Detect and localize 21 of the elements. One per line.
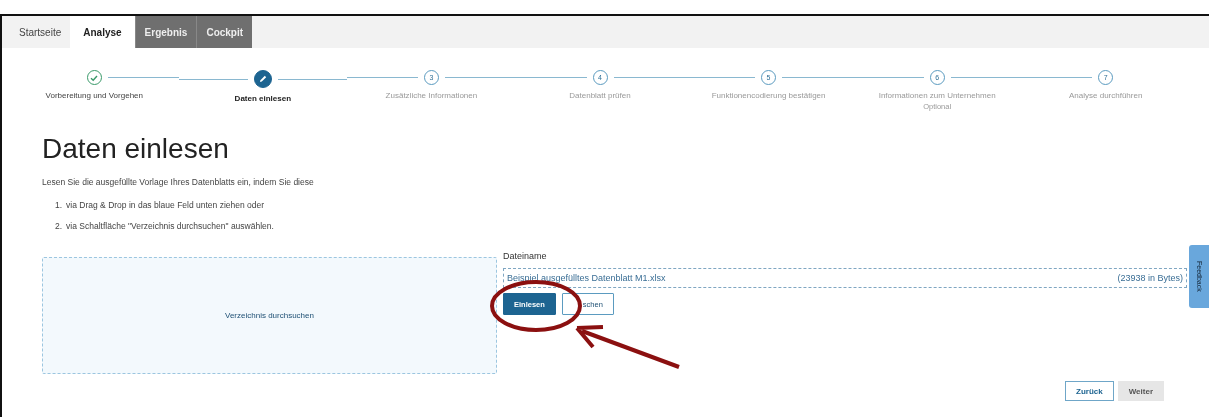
step-label: Daten einlesen bbox=[234, 94, 292, 103]
intro-text: Lesen Sie die ausgefüllte Vorlage Ihres Datenblatts ein, indem Sie diese bbox=[42, 177, 315, 187]
pencil-icon bbox=[257, 74, 268, 84]
list-item: via Schaltfläche "Verzeichnis durchsuchen" auswählen. bbox=[66, 221, 274, 231]
step-label: Analyse durchführen bbox=[1069, 91, 1143, 100]
file-size: (23938 in Bytes) bbox=[1117, 273, 1183, 283]
nav-button[interactable]: Weiter bbox=[1117, 381, 1164, 401]
list-number: 2. bbox=[55, 221, 63, 231]
step-label: Funktionencodierung bestätigen bbox=[711, 91, 826, 100]
tab[interactable]: Analyse bbox=[70, 16, 135, 48]
file-label: Dateiname bbox=[503, 251, 548, 261]
drop-zone[interactable]: Verzeichnis durchsuchen bbox=[42, 257, 497, 374]
step-label: Zusätzliche Informationen bbox=[385, 91, 478, 100]
step-label: Informationen zum Unternehmen bbox=[878, 91, 996, 100]
file-name: Beispiel ausgefülltes Datenblatt M1.xlsx bbox=[507, 273, 666, 283]
list-number: 1. bbox=[55, 200, 63, 210]
step-label: Vorbereitung und Vorgehen bbox=[45, 91, 143, 100]
nav-button[interactable]: Zurück bbox=[1065, 381, 1114, 401]
page-heading: Daten einlesen bbox=[42, 133, 230, 165]
step-label: Datenblatt prüfen bbox=[569, 91, 631, 100]
list-item: via Drag & Drop in das blaue Feld unten ziehen oder bbox=[66, 200, 265, 210]
